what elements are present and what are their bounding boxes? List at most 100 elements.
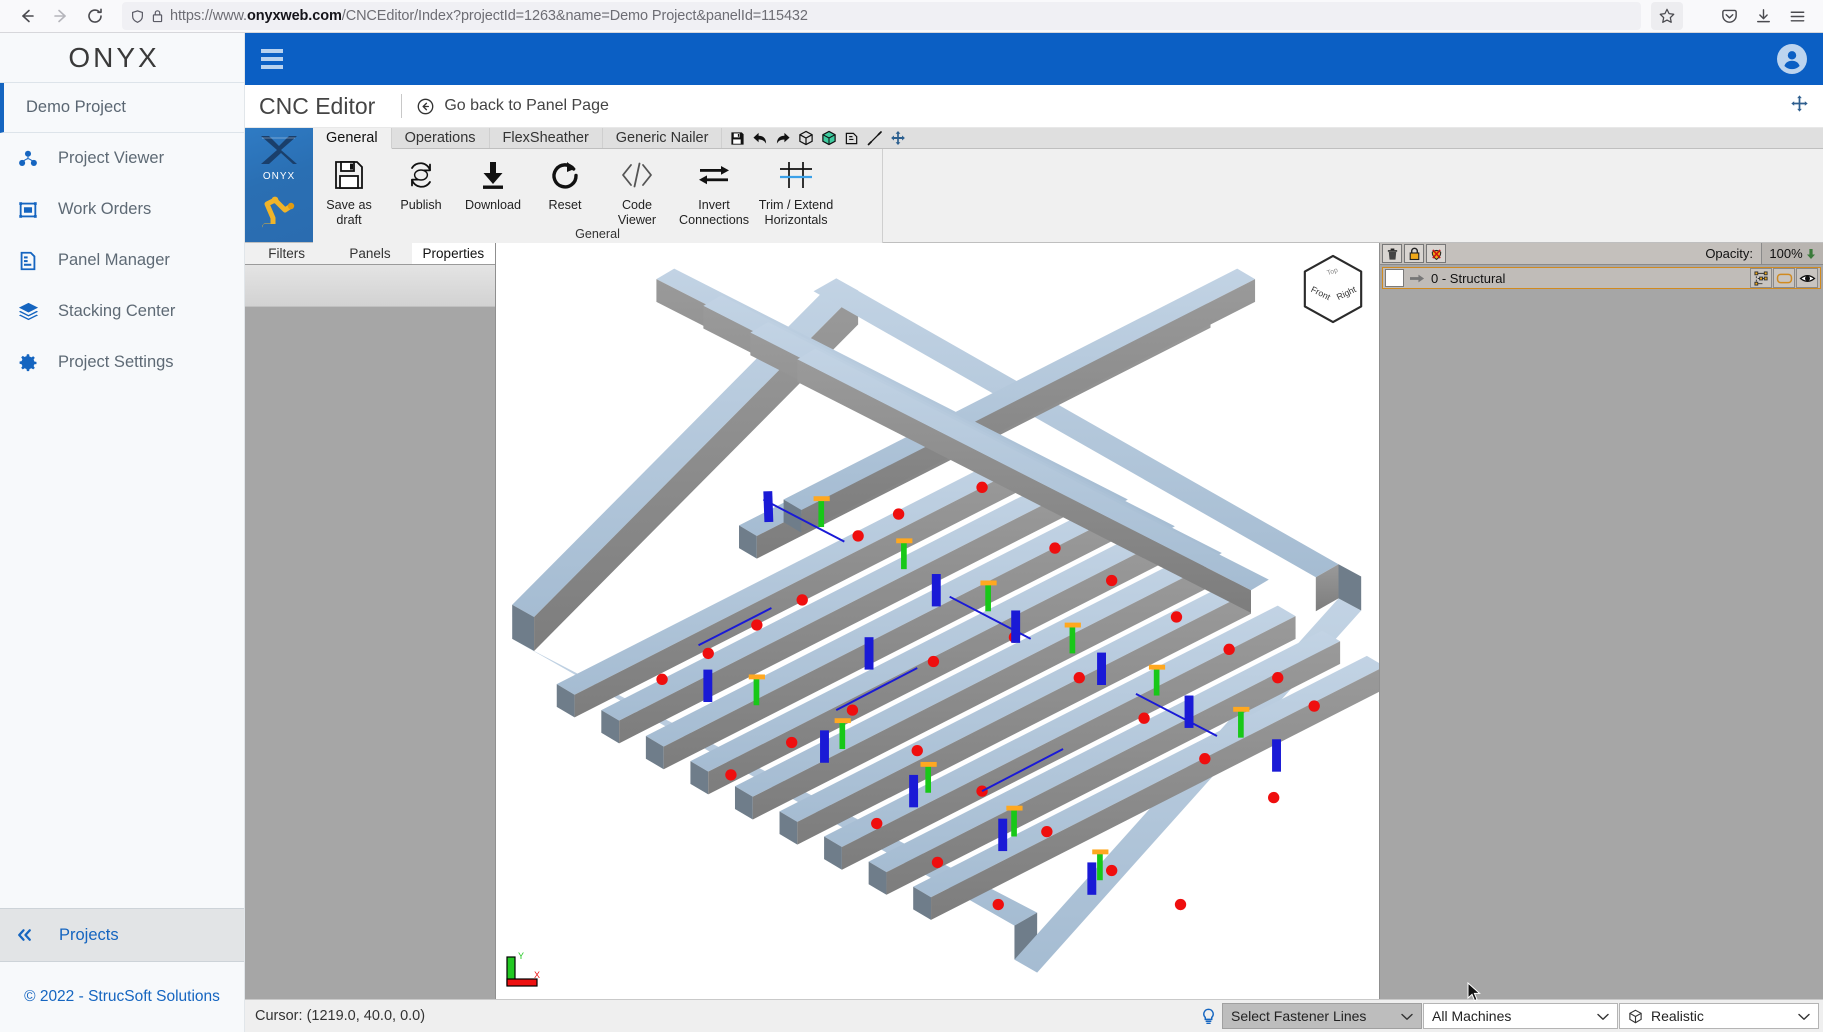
main-content: CNC Editor Go back to Panel Page ONYX Ge…: [245, 33, 1823, 1032]
framing-model: [512, 268, 1379, 973]
opacity-control[interactable]: Opacity: 100%: [1705, 243, 1823, 264]
ribbon-group-general: Save as draft Publish Download Reset Cod…: [313, 149, 883, 245]
render-mode-select[interactable]: Realistic: [1619, 1003, 1819, 1029]
ribbon-toolbar: ONYX General Operations FlexSheather Gen…: [245, 128, 1823, 245]
save-as-draft-button[interactable]: Save as draft: [313, 153, 385, 227]
save-floppy-icon[interactable]: [727, 128, 747, 148]
3d-viewport[interactable]: Top Front Right Y X: [496, 243, 1380, 999]
ribbon-tab-flexsheather[interactable]: FlexSheather: [490, 128, 603, 148]
copy-icon[interactable]: [842, 128, 862, 148]
cursor-coordinates: Cursor: (1219.0, 40.0, 0.0): [255, 1008, 426, 1024]
publish-button[interactable]: Publish: [385, 153, 457, 213]
axis-y-label: Y: [518, 951, 524, 961]
reset-button[interactable]: Reset: [529, 153, 601, 213]
onyx-logo[interactable]: ONYX: [0, 33, 244, 83]
outline-icon[interactable]: [1773, 268, 1795, 288]
redo-arrow-icon[interactable]: [773, 128, 793, 148]
eye-visibility-icon[interactable]: [1796, 268, 1818, 288]
pocket-icon[interactable]: [1713, 2, 1745, 30]
code-viewer-button[interactable]: Code Viewer: [601, 153, 673, 227]
properties-body: [245, 307, 495, 999]
layer-thumbnail: [1385, 269, 1404, 287]
user-account-icon[interactable]: [1777, 44, 1807, 74]
layer-name-label: 0 - Structural: [1431, 270, 1506, 286]
download-arrow-icon: [476, 155, 510, 195]
sidebar-item-label: Panel Manager: [58, 251, 170, 269]
ribbon-tab-generic-nailer[interactable]: Generic Nailer: [603, 128, 723, 148]
nodes-icon[interactable]: [1750, 268, 1772, 288]
opacity-value-field[interactable]: 100%: [1761, 243, 1823, 264]
hamburger-menu-icon[interactable]: [261, 49, 283, 69]
invert-connections-button[interactable]: Invert Connections: [673, 153, 755, 227]
box-filled-green-icon[interactable]: [819, 128, 839, 148]
sidebar-item-project-settings[interactable]: Project Settings: [0, 337, 244, 388]
browser-back-button[interactable]: [10, 2, 44, 30]
browser-actions: [1651, 2, 1813, 30]
go-back-to-panel-page-link[interactable]: Go back to Panel Page: [416, 97, 609, 116]
left-panel: Filters Panels Properties: [245, 243, 496, 999]
projects-label: Projects: [59, 925, 119, 944]
download-icon[interactable]: [1747, 2, 1779, 30]
sidebar-projects-collapse[interactable]: Projects: [0, 908, 244, 962]
tab-filters[interactable]: Filters: [245, 243, 329, 264]
download-button[interactable]: Download: [457, 153, 529, 213]
dimension-line-icon[interactable]: [865, 128, 885, 148]
ribbon-logo: ONYX: [245, 128, 313, 242]
sidebar-item-label: Project Settings: [58, 353, 174, 371]
tab-properties[interactable]: Properties: [411, 243, 495, 264]
opacity-label: Opacity:: [1705, 246, 1753, 261]
panel-manager-icon: [16, 250, 40, 272]
layer-row-structural[interactable]: 0 - Structural: [1382, 267, 1821, 289]
left-panel-tabs: Filters Panels Properties: [245, 243, 495, 265]
header-divider: [401, 94, 403, 118]
machine-select[interactable]: All Machines: [1423, 1003, 1618, 1029]
lightbulb-icon[interactable]: [1194, 1000, 1222, 1032]
view-cube[interactable]: Top Front Right: [1299, 253, 1367, 325]
star-icon[interactable]: [1651, 2, 1683, 30]
double-chevron-left-icon: [16, 928, 33, 942]
sidebar-item-label: Project Viewer: [58, 149, 165, 167]
undo-arrow-icon[interactable]: [750, 128, 770, 148]
status-bar: Cursor: (1219.0, 40.0, 0.0) Select Faste…: [245, 999, 1823, 1032]
move-handle-icon[interactable]: [1790, 94, 1809, 118]
gear-icon: [16, 352, 40, 374]
hamburger-menu-icon[interactable]: [1781, 2, 1813, 30]
tab-panels[interactable]: Panels: [328, 243, 412, 264]
page-title: CNC Editor: [259, 92, 376, 119]
editor-header: CNC Editor Go back to Panel Page: [245, 85, 1823, 128]
work-orders-icon: [16, 199, 40, 221]
lock-layer-icon[interactable]: [1404, 244, 1424, 263]
ribbon-tab-operations[interactable]: Operations: [392, 128, 490, 148]
axis-x-label: X: [534, 970, 540, 980]
sidebar-item-label: Work Orders: [58, 200, 152, 218]
address-bar[interactable]: https://www.onyxweb.com/CNCEditor/Index?…: [122, 2, 1641, 30]
sidebar-item-panel-manager[interactable]: Panel Manager: [0, 235, 244, 286]
fastener-mode-select[interactable]: Select Fastener Lines: [1222, 1003, 1422, 1029]
browser-toolbar: https://www.onyxweb.com/CNCEditor/Index?…: [0, 0, 1823, 33]
box-outline-icon[interactable]: [796, 128, 816, 148]
invert-arrows-icon: [696, 155, 732, 195]
ribbon-body: General Operations FlexSheather Generic …: [313, 128, 1823, 245]
sidebar-item-project-viewer[interactable]: Project Viewer: [0, 133, 244, 184]
trim-extend-icon: [778, 155, 814, 195]
sidebar-item-work-orders[interactable]: Work Orders: [0, 184, 244, 235]
move-cross-icon[interactable]: [888, 128, 908, 148]
logo-text: ONYX: [68, 41, 160, 73]
browser-reload-button[interactable]: [78, 2, 112, 30]
trim-extend-horizontals-button[interactable]: Trim / Extend Horizontals: [755, 153, 837, 227]
down-arrow-icon[interactable]: [1806, 248, 1816, 260]
ribbon-buttons: Save as draft Publish Download Reset Cod…: [313, 149, 882, 227]
layers-panel-body: [1380, 289, 1823, 999]
browser-forward-button[interactable]: [44, 2, 78, 30]
mask-layer-icon[interactable]: [1426, 244, 1446, 263]
onyx-x-mark-icon: [257, 134, 301, 173]
sidebar-item-stacking-center[interactable]: Stacking Center: [0, 286, 244, 337]
layer-row-actions: [1750, 268, 1820, 288]
shield-icon: [130, 9, 145, 24]
layers-toolbar: Opacity: 100%: [1380, 243, 1823, 265]
delete-layer-icon[interactable]: [1382, 244, 1402, 263]
ribbon-tab-general[interactable]: General: [313, 128, 392, 149]
sidebar-project-name[interactable]: Demo Project: [0, 83, 244, 133]
ribbon-tabs: General Operations FlexSheather Generic …: [313, 128, 1823, 149]
